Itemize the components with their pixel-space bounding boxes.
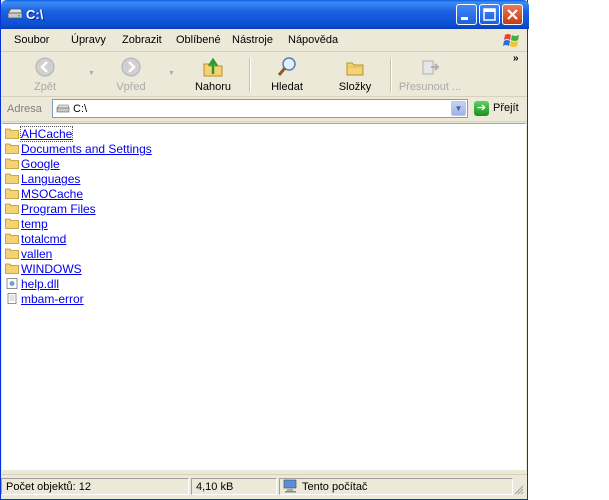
folder-icon [5,233,19,244]
item-name: Program Files [21,202,96,216]
status-size: 4,10 kB [191,478,277,495]
text-file-icon [7,293,17,304]
item-name: vallen [21,247,53,261]
search-icon [277,57,296,76]
minimize-button[interactable] [456,4,477,25]
menu-favorites[interactable]: Oblíbené [176,34,221,46]
item-name: Languages [21,172,81,186]
up-button[interactable]: Nahoru [183,54,243,94]
folder-up-icon [203,57,223,77]
folder-icon [5,188,19,199]
menu-help[interactable]: Nápověda [288,34,338,46]
status-bar: Počet objektů: 12 4,10 kB Tento počítač [1,474,527,499]
folder-icon [5,263,19,274]
forward-dropdown-icon[interactable]: ▼ [168,70,175,77]
move-to-label: Přesunout ... [398,81,462,93]
menu-view[interactable]: Zobrazit [122,34,162,46]
address-dropdown-icon[interactable]: ▼ [451,101,466,116]
back-button[interactable]: Zpět [15,54,75,94]
item-name: temp [21,217,48,231]
file-list[interactable]: AHCache Documents and Settings Google La… [2,123,526,470]
back-dropdown-icon[interactable]: ▼ [88,70,95,77]
folder-icon [5,128,19,139]
address-value: C:\ [73,103,88,115]
status-location: Tento počítač [279,478,513,495]
forward-label: Vpřed [116,81,146,93]
menu-file[interactable]: Soubor [14,34,49,46]
close-button[interactable] [502,4,523,25]
maximize-button[interactable] [479,4,500,25]
folders-button[interactable]: Složky [325,54,385,94]
toolbar-separator [249,58,251,92]
folder-icon [5,248,19,259]
forward-button[interactable]: Vpřed [101,54,161,94]
toolbar-chevron-icon[interactable]: » [513,53,519,64]
go-label: Přejít [493,102,519,114]
item-name: WINDOWS [21,262,82,276]
menu-edit[interactable]: Úpravy [71,34,106,46]
item-name: MSOCache [21,187,84,201]
folders-label: Složky [338,81,372,93]
standard-toolbar: Zpět ▼ Vpřed ▼ Nahoru Hledat Složky Přes… [1,52,527,97]
folder-icon [5,143,19,154]
folder-icon [5,158,19,169]
window-title: C:\ [26,7,44,22]
folder-icon [5,173,19,184]
address-input[interactable]: C:\ ▼ [52,99,468,118]
item-name: Documents and Settings [21,142,152,156]
status-object-count: Počet objektů: 12 [1,478,189,495]
move-to-icon [422,60,440,75]
close-icon [507,9,518,20]
drive-icon [7,8,23,19]
folder-icon [5,218,19,229]
item-name: mbam-error [21,292,84,306]
address-label: Adresa [7,103,42,115]
forward-arrow-icon [121,57,141,77]
menu-bar: Soubor Úpravy Zobrazit Oblíbené Nástroje… [1,29,527,52]
search-button[interactable]: Hledat [257,54,317,94]
resize-grip-icon[interactable] [514,485,524,495]
item-name: totalcmd [21,232,67,246]
minimize-icon [461,17,468,20]
windows-logo-icon [503,34,519,47]
item-name: help.dll [21,277,60,291]
up-label: Nahoru [194,81,232,93]
back-arrow-icon [35,57,55,77]
folder-icon [5,203,19,214]
explorer-window: C:\ Soubor Úpravy Zobrazit Oblíbené Nást… [0,0,529,500]
menu-tools[interactable]: Nástroje [232,34,273,46]
address-bar: Adresa C:\ ▼ ➔ Přejít [1,97,527,122]
go-button[interactable]: ➔ Přejít [474,101,524,118]
maximize-icon [483,8,496,21]
computer-icon [283,479,297,493]
status-location-text: Tento počítač [302,481,368,493]
folders-icon [346,62,364,76]
go-arrow-icon: ➔ [474,101,489,116]
dll-file-icon [6,278,18,289]
item-name: Google [21,157,60,171]
search-label: Hledat [271,81,303,93]
drive-icon [56,104,70,113]
move-to-button[interactable]: Přesunout ... [394,54,466,94]
title-bar[interactable]: C:\ [1,0,529,29]
back-label: Zpět [33,81,56,93]
item-name: AHCache [19,126,74,142]
toolbar-separator [390,58,392,92]
